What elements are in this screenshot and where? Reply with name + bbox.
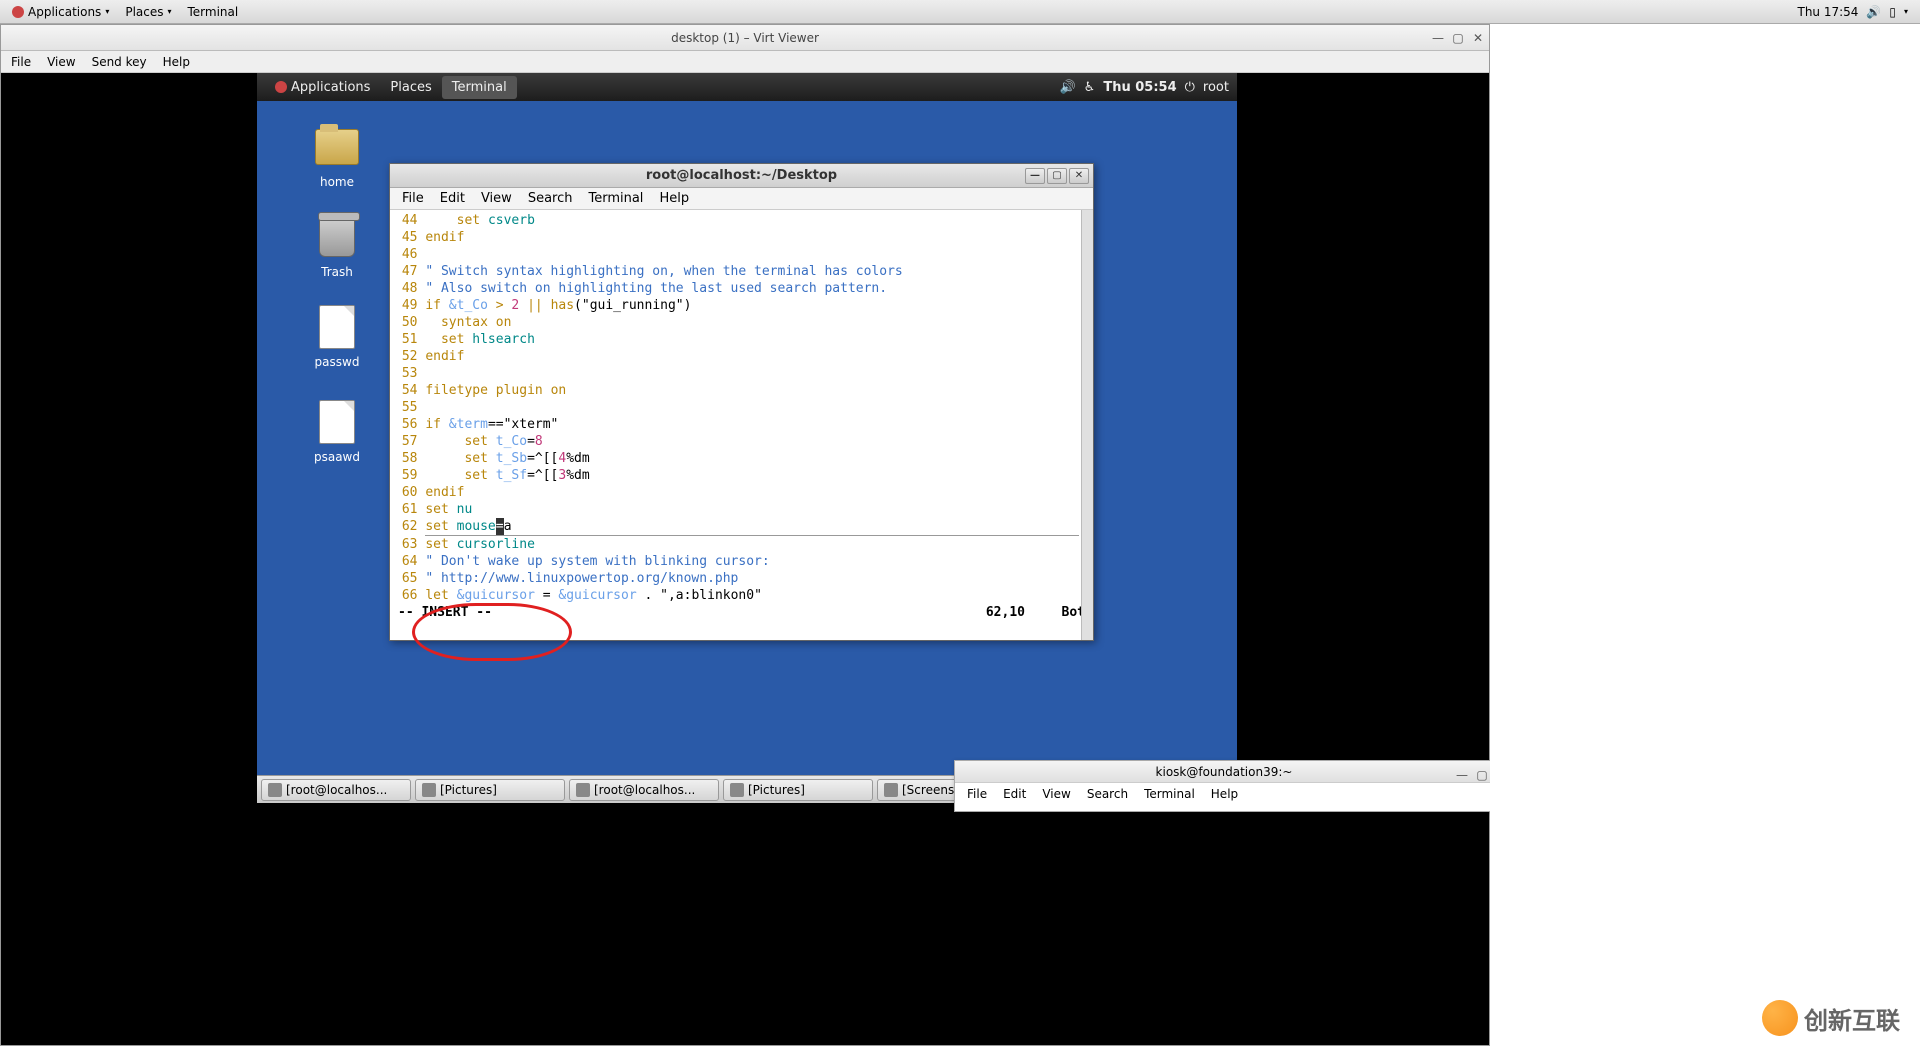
virt-menu-file[interactable]: File xyxy=(3,53,39,71)
folder-icon xyxy=(730,783,744,797)
watermark-text: 创新互联 xyxy=(1804,1001,1900,1036)
guest-volume-icon[interactable]: 🔊 xyxy=(1059,80,1075,95)
trash-icon xyxy=(319,217,355,257)
host-applications-menu[interactable]: Applications ▾ xyxy=(4,2,117,22)
right-blank-region xyxy=(1490,24,1920,1046)
desktop-icon-trash[interactable]: Trash xyxy=(297,213,377,279)
file-icon xyxy=(319,400,355,444)
guest-clock[interactable]: Thu 05:54 xyxy=(1103,80,1176,95)
watermark-logo-icon xyxy=(1762,1000,1798,1036)
file-icon xyxy=(319,305,355,349)
icon-label: psaawd xyxy=(297,450,377,464)
foundation-terminal-window[interactable]: kiosk@foundation39:~ — ▢ File Edit View … xyxy=(954,760,1494,812)
taskbar-item[interactable]: [root@localhos... xyxy=(569,779,719,801)
virt-menu-sendkey[interactable]: Send key xyxy=(84,53,155,71)
desktop-icon-passwd[interactable]: passwd xyxy=(297,303,377,369)
desktop-icon-home[interactable]: home xyxy=(297,123,377,189)
gnome-foot-icon xyxy=(275,81,287,93)
foundation-maximize-button[interactable]: ▢ xyxy=(1475,764,1489,786)
user-menu-caret-icon[interactable]: ▾ xyxy=(1904,7,1908,16)
terminal-icon xyxy=(576,783,590,797)
guest-power-icon[interactable]: ⏻ xyxy=(1185,80,1195,95)
virt-viewer-window: desktop (1) – Virt Viewer — ▢ ✕ File Vie… xyxy=(0,24,1490,1046)
host-top-panel: Applications ▾ Places ▾ Terminal Thu 17:… xyxy=(0,0,1920,24)
foundation-menubar: File Edit View Search Terminal Help xyxy=(955,783,1493,805)
foundation-title: kiosk@foundation39:~ xyxy=(1156,765,1293,779)
gnome-foot-icon xyxy=(12,6,24,18)
terminal-scrollbar[interactable] xyxy=(1081,210,1093,640)
foundation-menu-view[interactable]: View xyxy=(1034,785,1078,803)
host-places-menu[interactable]: Places ▾ xyxy=(117,2,179,22)
icon-label: home xyxy=(297,175,377,189)
terminal-menu-file[interactable]: File xyxy=(394,189,432,208)
guest-user-label[interactable]: root xyxy=(1203,80,1229,95)
folder-icon xyxy=(422,783,436,797)
virt-title-text: desktop (1) – Virt Viewer xyxy=(671,31,819,45)
guest-applications-menu[interactable]: Applications xyxy=(265,76,380,99)
foundation-menu-help[interactable]: Help xyxy=(1203,785,1246,803)
terminal-menu-edit[interactable]: Edit xyxy=(432,189,473,208)
terminal-menu-help[interactable]: Help xyxy=(651,189,697,208)
host-panel-right: Thu 17:54 🔊 ▯ ▾ xyxy=(1797,5,1916,19)
terminal-window[interactable]: root@localhost:~/Desktop — ▢ ✕ File Edit… xyxy=(389,163,1094,641)
guest-places-menu[interactable]: Places xyxy=(380,76,441,99)
icon-label: passwd xyxy=(297,355,377,369)
virt-menubar: File View Send key Help xyxy=(1,51,1489,73)
guest-desktop[interactable]: Applications Places Terminal 🔊 ♿ Thu 05:… xyxy=(257,73,1237,803)
folder-icon xyxy=(315,129,359,165)
terminal-titlebar[interactable]: root@localhost:~/Desktop — ▢ ✕ xyxy=(390,164,1093,188)
foundation-menu-edit[interactable]: Edit xyxy=(995,785,1034,803)
magnifier-icon xyxy=(884,783,898,797)
taskbar-item[interactable]: [root@localhos... xyxy=(261,779,411,801)
virt-menu-help[interactable]: Help xyxy=(155,53,198,71)
minimize-button[interactable]: — xyxy=(1431,31,1445,45)
watermark: 创新互联 xyxy=(1762,1000,1900,1036)
virt-menu-view[interactable]: View xyxy=(39,53,83,71)
guest-terminal-launcher[interactable]: Terminal xyxy=(442,76,517,99)
host-clock[interactable]: Thu 17:54 xyxy=(1797,5,1858,19)
icon-label: Trash xyxy=(297,265,377,279)
terminal-body[interactable]: 44 set csverb 45 endif 46 47 " Switch sy… xyxy=(390,210,1093,640)
foundation-minimize-button[interactable]: — xyxy=(1455,764,1469,786)
terminal-minimize-button[interactable]: — xyxy=(1025,168,1045,184)
terminal-menu-search[interactable]: Search xyxy=(520,189,581,208)
desktop-icon-psaawd[interactable]: psaawd xyxy=(297,398,377,464)
virt-titlebar[interactable]: desktop (1) – Virt Viewer — ▢ ✕ xyxy=(1,25,1489,51)
battery-icon[interactable]: ▯ xyxy=(1889,5,1896,19)
foundation-menu-terminal[interactable]: Terminal xyxy=(1136,785,1203,803)
foundation-menu-search[interactable]: Search xyxy=(1079,785,1136,803)
terminal-maximize-button[interactable]: ▢ xyxy=(1047,168,1067,184)
taskbar-item[interactable]: [Pictures] xyxy=(415,779,565,801)
terminal-icon xyxy=(268,783,282,797)
volume-icon[interactable]: 🔊 xyxy=(1866,5,1881,19)
terminal-menu-view[interactable]: View xyxy=(473,189,520,208)
terminal-close-button[interactable]: ✕ xyxy=(1069,168,1089,184)
foundation-menu-file[interactable]: File xyxy=(959,785,995,803)
host-terminal-launcher[interactable]: Terminal xyxy=(180,2,247,22)
foundation-titlebar[interactable]: kiosk@foundation39:~ — ▢ xyxy=(955,761,1493,783)
taskbar-item[interactable]: [Pictures] xyxy=(723,779,873,801)
maximize-button[interactable]: ▢ xyxy=(1451,31,1465,45)
guest-top-panel: Applications Places Terminal 🔊 ♿ Thu 05:… xyxy=(257,73,1237,101)
virtual-display: Applications Places Terminal 🔊 ♿ Thu 05:… xyxy=(1,73,1489,1045)
close-button[interactable]: ✕ xyxy=(1471,31,1485,45)
terminal-menubar: File Edit View Search Terminal Help xyxy=(390,188,1093,210)
terminal-menu-terminal[interactable]: Terminal xyxy=(580,189,651,208)
terminal-title: root@localhost:~/Desktop xyxy=(646,168,837,183)
guest-accessibility-icon[interactable]: ♿ xyxy=(1084,80,1096,95)
